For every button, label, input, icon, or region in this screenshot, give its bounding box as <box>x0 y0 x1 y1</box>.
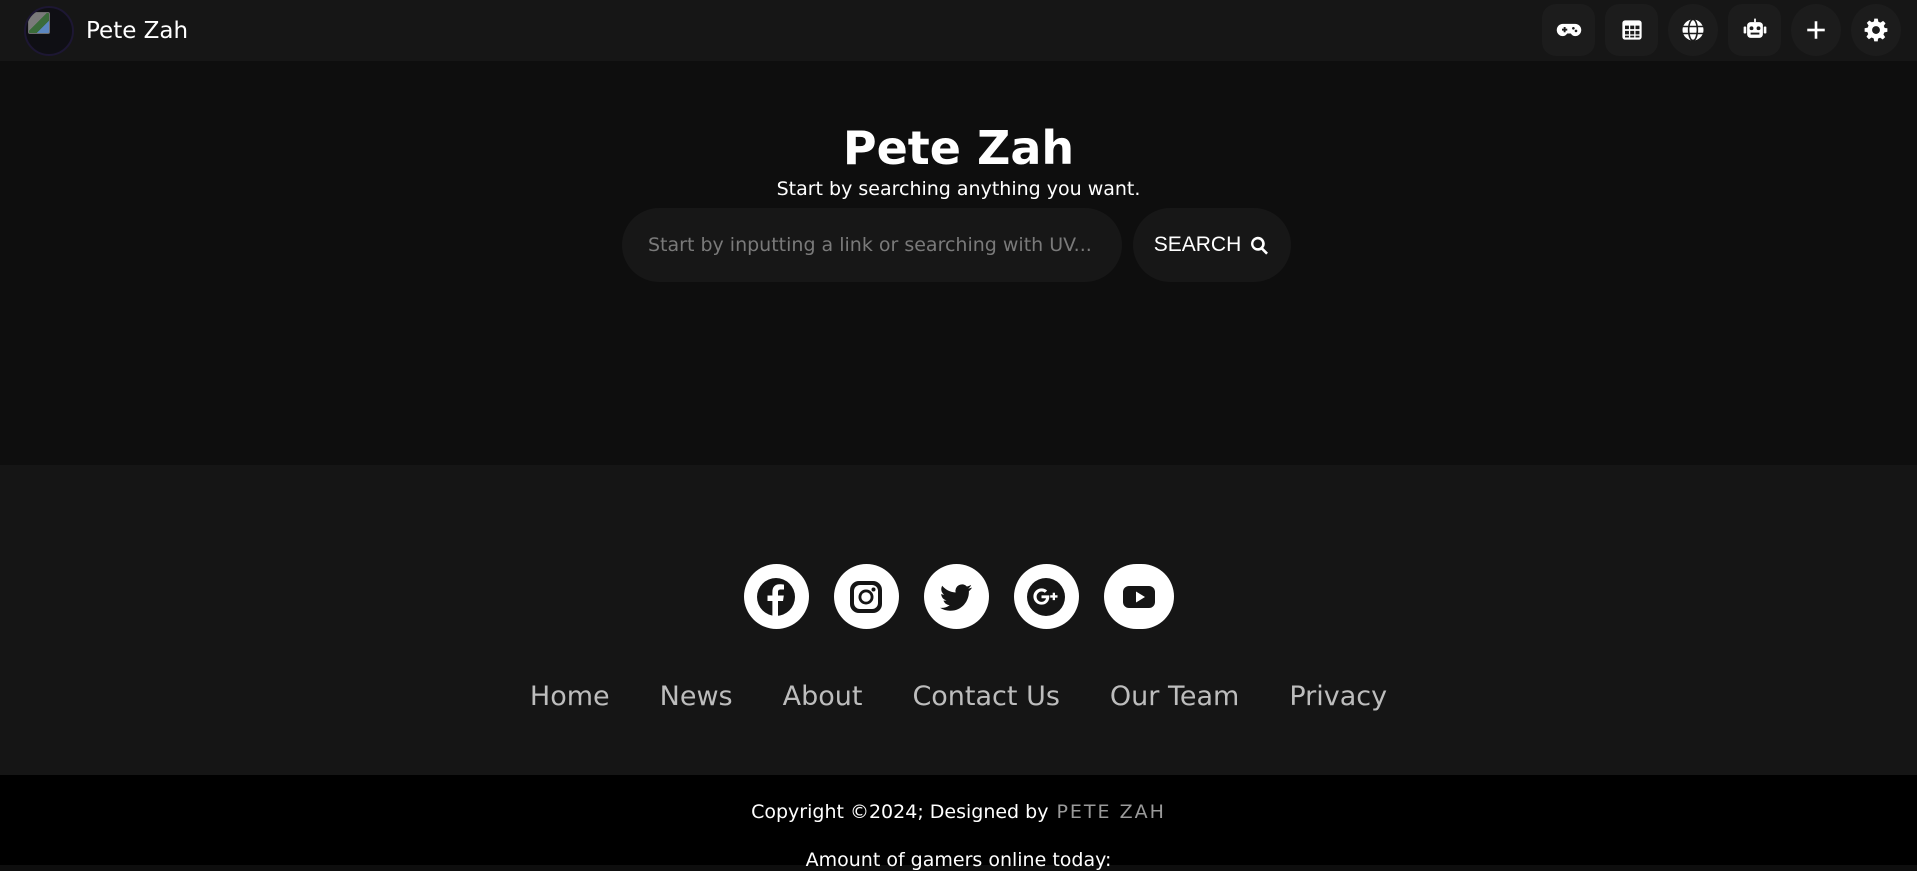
settings-button[interactable] <box>1851 4 1901 56</box>
instagram-link[interactable] <box>833 564 899 629</box>
online-count-text: Amount of gamers online today: <box>805 849 1112 871</box>
ai-button[interactable] <box>1728 4 1781 56</box>
browser-button[interactable] <box>1668 4 1718 56</box>
footer-link-privacy[interactable]: Privacy <box>1289 681 1387 712</box>
gear-icon <box>1864 18 1888 42</box>
search-button[interactable]: SEARCH <box>1133 208 1291 282</box>
youtube-icon <box>1122 585 1155 608</box>
search-input[interactable] <box>622 208 1122 282</box>
facebook-icon <box>757 577 795 616</box>
twitter-icon <box>940 583 972 611</box>
brand-name: Pete Zah <box>86 17 189 44</box>
footer-link-news[interactable]: News <box>660 681 733 712</box>
footer-link-contact-us[interactable]: Contact Us <box>912 681 1059 712</box>
apps-grid-icon <box>1621 20 1642 40</box>
apps-button[interactable] <box>1605 4 1658 56</box>
google-plus-link[interactable] <box>1013 564 1079 629</box>
social-links <box>0 564 1917 629</box>
twitter-link[interactable] <box>923 564 989 629</box>
gamepad-icon <box>1556 23 1581 37</box>
footer-link-our-team[interactable]: Our Team <box>1110 681 1239 712</box>
broken-image-icon <box>28 11 50 34</box>
footer-link-home[interactable]: Home <box>530 681 610 712</box>
designer-link[interactable]: PETE ZAH <box>1056 801 1165 823</box>
top-actions <box>1542 4 1901 56</box>
copyright: Copyright ©2024; Designed by PETE ZAH <box>0 801 1917 823</box>
page-subtitle: Start by searching anything you want. <box>776 178 1141 200</box>
games-button[interactable] <box>1542 4 1595 56</box>
youtube-link[interactable] <box>1103 564 1174 629</box>
globe-icon <box>1682 18 1704 42</box>
search-button-label: SEARCH <box>1153 233 1242 256</box>
search-icon <box>1251 236 1269 255</box>
google-plus-icon <box>1027 577 1065 616</box>
page-title: Pete Zah <box>842 121 1075 175</box>
facebook-link[interactable] <box>743 564 809 629</box>
copyright-bar: Copyright ©2024; Designed by PETE ZAH Amo… <box>0 775 1917 871</box>
footer-nav: Home News About Contact Us Our Team Priv… <box>0 681 1917 712</box>
footer-link-about[interactable]: About <box>783 681 863 712</box>
top-navbar: Pete Zah <box>0 0 1917 61</box>
brand[interactable]: Pete Zah <box>24 5 189 56</box>
plus-icon <box>1807 21 1825 39</box>
footer: Home News About Contact Us Our Team Priv… <box>0 465 1917 775</box>
instagram-icon <box>850 580 882 613</box>
copyright-text: Copyright ©2024; Designed by <box>751 801 1049 823</box>
robot-icon <box>1743 18 1766 38</box>
logo-image <box>24 5 74 56</box>
add-button[interactable] <box>1791 4 1841 56</box>
hero-section: Pete Zah Start by searching anything you… <box>0 61 1917 465</box>
